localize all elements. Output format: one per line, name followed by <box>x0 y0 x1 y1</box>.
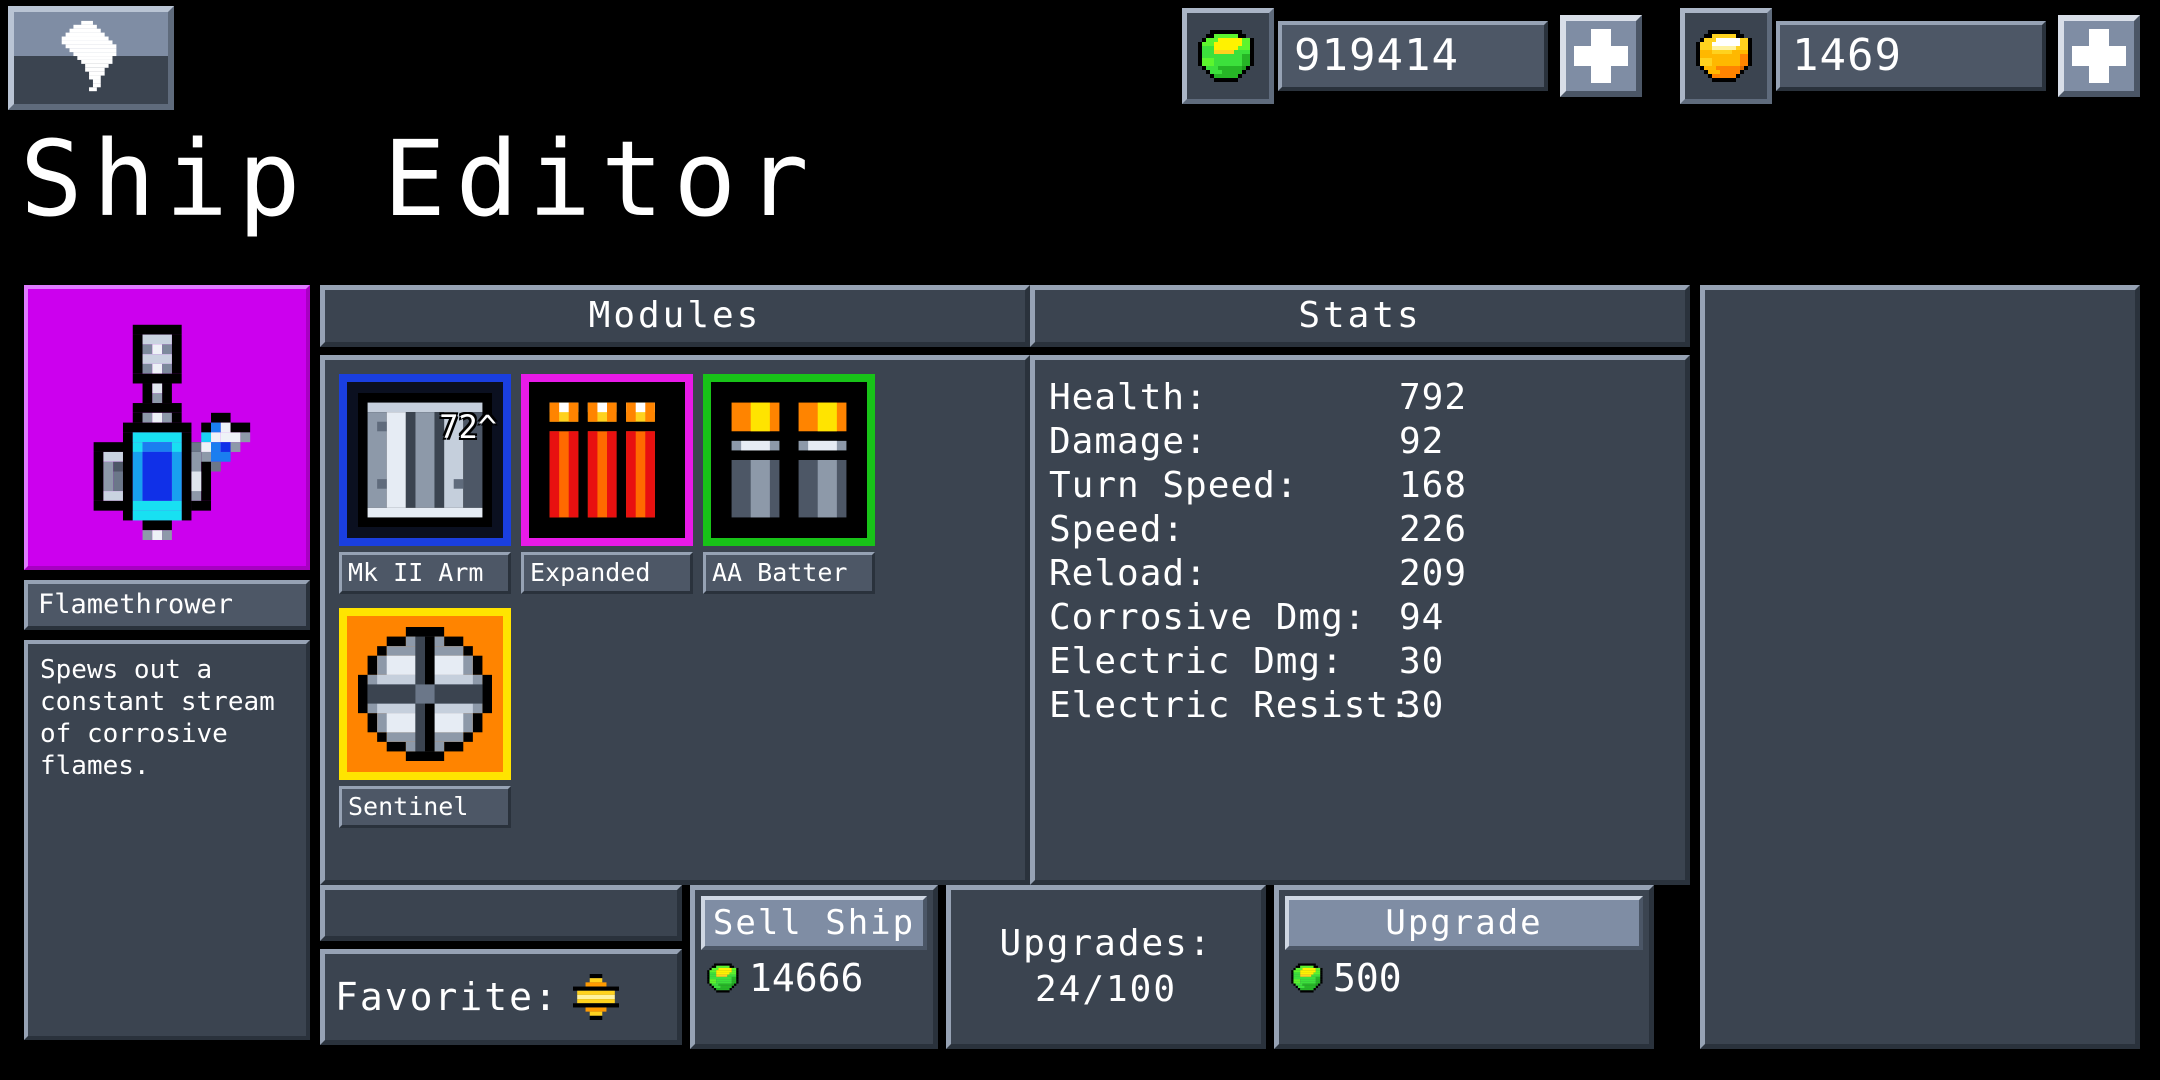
stat-row: Speed: 226 <box>1049 508 1685 552</box>
side-panel <box>1700 285 2140 1049</box>
favorite-top-slot[interactable] <box>320 885 682 941</box>
module-slot[interactable]: AA Batter <box>703 374 875 594</box>
stat-value: 92 <box>1399 421 1445 462</box>
ship-column: Flamethrower Spews out a constant stream… <box>24 285 310 1040</box>
upgrades-counter: Upgrades: 24/100 <box>946 885 1266 1049</box>
upgrade-price-value: 500 <box>1333 956 1402 1000</box>
stat-value: 226 <box>1399 509 1468 550</box>
upgrade-label: Upgrade <box>1285 896 1643 950</box>
modules-header: Modules <box>320 285 1030 347</box>
module-slot[interactable]: 72^ Mk II Arm <box>339 374 511 594</box>
aa-battery-icon <box>722 393 856 527</box>
cash-stack-icon <box>1289 961 1327 995</box>
stat-row: Health: 792 <box>1049 376 1685 420</box>
ship-preview[interactable] <box>24 285 310 570</box>
sell-price-row: 14666 <box>695 956 933 1000</box>
upgrade-price-row: 500 <box>1279 956 1649 1000</box>
stat-value: 30 <box>1399 685 1445 726</box>
gold-display: 1469 <box>1680 4 2140 108</box>
sentinel-orb-icon <box>358 627 492 761</box>
fuel-tank-icon <box>540 393 674 527</box>
ship-description-line: constant stream <box>40 687 275 717</box>
stat-label: Health: <box>1049 377 1208 418</box>
star-coin-icon <box>572 974 619 1020</box>
money-display: 919414 <box>1182 4 1642 108</box>
cash-stack-icon <box>1198 30 1254 82</box>
module-label: AA Batter <box>703 552 875 594</box>
add-gold-button[interactable] <box>2058 15 2140 97</box>
back-arrow-icon <box>61 20 117 92</box>
ship-description: Spews out a constant stream of corrosive… <box>24 640 310 1040</box>
money-value: 919414 <box>1278 21 1548 91</box>
module-count: 72^ <box>439 408 497 446</box>
sell-ship-label: Sell Ship <box>701 896 927 950</box>
gold-icon-box <box>1680 8 1772 104</box>
module-slot[interactable]: Expanded <box>521 374 693 594</box>
stat-row: Corrosive Dmg: 94 <box>1049 596 1685 640</box>
stat-value: 209 <box>1399 553 1468 594</box>
sell-ship-button[interactable]: Sell Ship 14666 <box>690 885 938 1049</box>
page-title: Ship Editor <box>20 118 819 240</box>
stats-header: Stats <box>1030 285 1690 347</box>
upgrades-label: Upgrades: <box>999 923 1213 964</box>
ship-description-line: of corrosive <box>40 719 228 749</box>
stat-label: Damage: <box>1049 421 1208 462</box>
stat-label: Electric Resist: <box>1049 685 1412 726</box>
main-content: Flamethrower Spews out a constant stream… <box>0 285 2160 1080</box>
money-icon-box <box>1182 8 1274 104</box>
favorite-cell: Favorite: <box>320 885 682 1049</box>
back-button[interactable] <box>8 6 174 110</box>
back-button-face <box>14 12 168 104</box>
stat-value: 168 <box>1399 465 1468 506</box>
ship-editor-screen: 919414 1469 Ship Editor Flamethrower Spe… <box>0 0 2160 1080</box>
module-label: Mk II Arm <box>339 552 511 594</box>
stat-value: 792 <box>1399 377 1468 418</box>
ship-description-line: flames. <box>40 751 150 781</box>
favorite-button[interactable]: Favorite: <box>320 949 682 1045</box>
stat-row: Reload: 209 <box>1049 552 1685 596</box>
stat-row: Electric Dmg: 30 <box>1049 640 1685 684</box>
modules-column: Modules 72^ Mk II Arm Expanded AA Batter… <box>320 285 1030 885</box>
stats-column: Stats Health: 792 Damage: 92 Turn Speed:… <box>1030 285 1690 885</box>
module-tile[interactable] <box>521 374 693 546</box>
gold-bar-icon <box>1696 30 1752 82</box>
module-slot[interactable]: Sentinel <box>339 608 511 828</box>
stat-value: 94 <box>1399 597 1445 638</box>
stat-row: Electric Resist: 30 <box>1049 684 1685 728</box>
stat-row: Turn Speed: 168 <box>1049 464 1685 508</box>
action-bar: Favorite: Sell Ship 14666 Upgrades: 24/1… <box>320 885 1690 1049</box>
gold-value: 1469 <box>1776 21 2046 91</box>
top-bar: 919414 1469 <box>0 0 2160 115</box>
stat-label: Electric Dmg: <box>1049 641 1344 682</box>
upgrade-button[interactable]: Upgrade 500 <box>1274 885 1654 1049</box>
upgrades-value: 24/100 <box>1034 969 1178 1010</box>
favorite-label: Favorite: <box>335 975 559 1019</box>
stat-label: Turn Speed: <box>1049 465 1299 506</box>
sell-price-value: 14666 <box>749 956 864 1000</box>
stat-row: Damage: 92 <box>1049 420 1685 464</box>
modules-grid: 72^ Mk II Arm Expanded AA Batter Sentine… <box>320 355 1030 885</box>
add-money-button[interactable] <box>1560 15 1642 97</box>
module-label: Expanded <box>521 552 693 594</box>
stat-label: Reload: <box>1049 553 1208 594</box>
ship-name-label: Flamethrower <box>24 580 310 630</box>
module-label: Sentinel <box>339 786 511 828</box>
cash-stack-icon <box>705 961 743 995</box>
module-tile[interactable] <box>339 608 511 780</box>
stat-value: 30 <box>1399 641 1445 682</box>
stat-label: Speed: <box>1049 509 1186 550</box>
stats-list: Health: 792 Damage: 92 Turn Speed: 168 S… <box>1030 355 1690 885</box>
module-tile[interactable] <box>703 374 875 546</box>
ship-description-line: Spews out a <box>40 655 213 685</box>
stat-label: Corrosive Dmg: <box>1049 597 1367 638</box>
flamethrower-icon <box>93 324 251 540</box>
module-tile[interactable]: 72^ <box>339 374 511 546</box>
